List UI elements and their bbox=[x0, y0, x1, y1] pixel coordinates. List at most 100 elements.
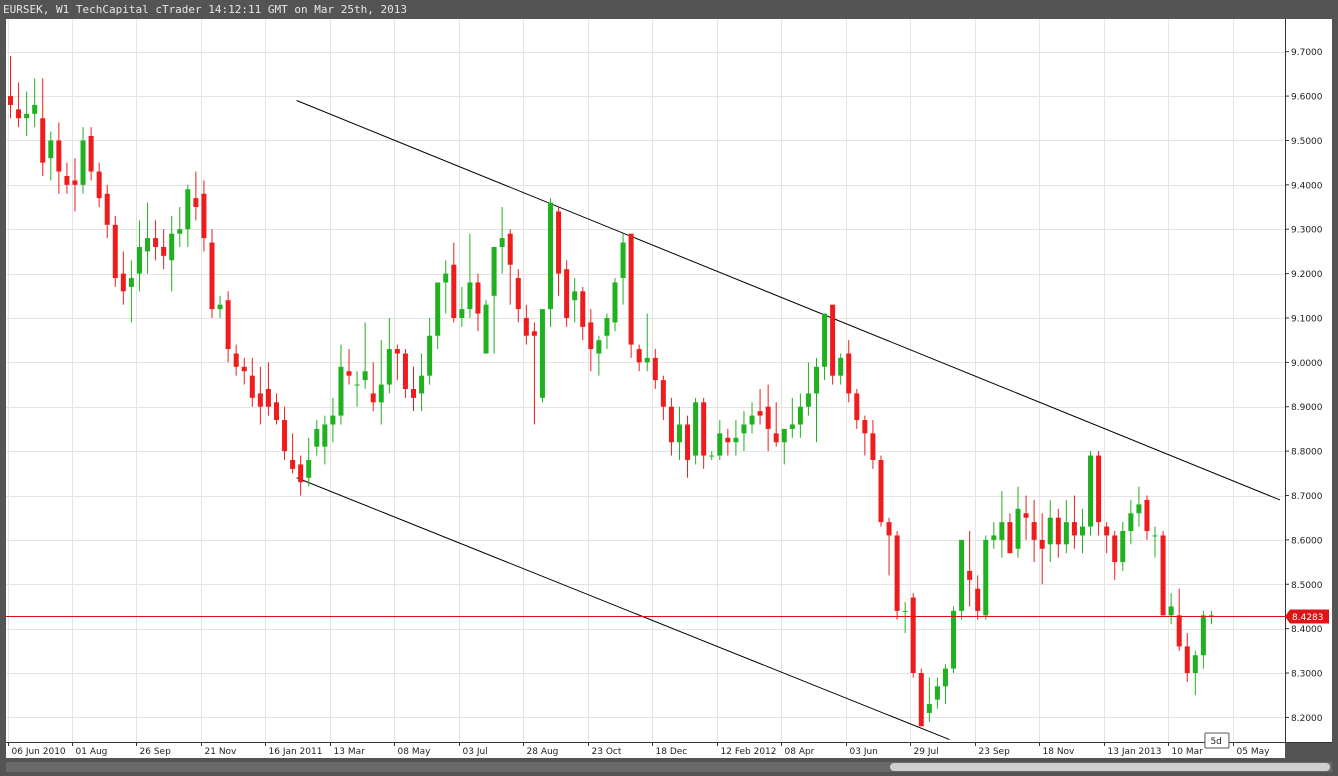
candle-body bbox=[1144, 499, 1150, 532]
candle-body bbox=[1079, 526, 1085, 536]
candle-body bbox=[290, 459, 296, 469]
price-tick-label: 9.3000 bbox=[1291, 226, 1323, 236]
candle-body bbox=[1120, 531, 1126, 563]
candle-body bbox=[16, 109, 22, 119]
candle-body bbox=[942, 668, 948, 687]
candle-body bbox=[814, 366, 819, 394]
candle-body bbox=[1184, 646, 1190, 674]
candle-body bbox=[709, 455, 715, 457]
candle-body bbox=[878, 459, 884, 523]
scrollbar-thumb[interactable] bbox=[890, 763, 1330, 771]
candle-body bbox=[1088, 455, 1094, 527]
candle-body bbox=[193, 198, 199, 208]
candle bbox=[564, 260, 570, 327]
candle-body bbox=[443, 273, 449, 283]
candle-body bbox=[757, 411, 763, 416]
candle bbox=[483, 300, 489, 354]
candle-body bbox=[249, 375, 255, 398]
candle-body bbox=[1192, 655, 1198, 674]
candle-body bbox=[773, 433, 779, 443]
candle-body bbox=[717, 433, 723, 456]
candle-body bbox=[588, 322, 594, 350]
candle-body bbox=[668, 406, 674, 443]
horizontal-scrollbar[interactable] bbox=[6, 762, 1332, 772]
price-tick-label: 8.3000 bbox=[1291, 670, 1323, 680]
candle-body bbox=[1176, 615, 1182, 647]
candle-body bbox=[918, 673, 924, 727]
candle-body bbox=[338, 366, 344, 416]
candle-body bbox=[539, 309, 545, 398]
time-tick-label: 29 Jul bbox=[914, 747, 939, 757]
candle-body bbox=[830, 304, 836, 376]
candle-body bbox=[322, 424, 328, 447]
candle-body bbox=[983, 539, 989, 616]
price-tick-label: 8.5000 bbox=[1291, 581, 1323, 591]
candle-body bbox=[1112, 535, 1118, 563]
candle-body bbox=[499, 238, 505, 247]
price-tick-label: 8.6000 bbox=[1291, 536, 1323, 546]
candle-body bbox=[419, 375, 425, 394]
candle-body bbox=[1007, 522, 1013, 554]
candle-body bbox=[951, 610, 957, 669]
candle-body bbox=[483, 304, 489, 354]
candle-body bbox=[572, 291, 578, 301]
candle-body bbox=[1055, 517, 1061, 545]
price-tick-label: 9.7000 bbox=[1291, 48, 1323, 58]
candle-body bbox=[862, 420, 868, 434]
candle-body bbox=[1023, 513, 1029, 518]
candle-body bbox=[902, 610, 908, 612]
candle-body bbox=[1096, 455, 1102, 523]
time-tick-label: 26 Sep bbox=[140, 747, 172, 757]
candle-body bbox=[604, 317, 610, 336]
candle-body bbox=[894, 535, 900, 611]
candle-body bbox=[161, 246, 167, 256]
candle-body bbox=[1071, 522, 1077, 536]
candle-body bbox=[24, 113, 30, 119]
candle-body bbox=[120, 273, 126, 292]
candle-body bbox=[886, 522, 892, 536]
candle-body bbox=[177, 229, 183, 234]
candle-body bbox=[1168, 606, 1174, 616]
candle-body bbox=[725, 437, 731, 443]
time-tick-label: 03 Jun bbox=[850, 747, 878, 757]
candle-body bbox=[548, 202, 554, 310]
candle bbox=[548, 198, 554, 327]
candle bbox=[959, 539, 965, 620]
price-tick-label: 9.0000 bbox=[1291, 359, 1323, 369]
price-tick-label: 9.2000 bbox=[1291, 270, 1323, 280]
candle-body bbox=[427, 335, 433, 376]
current-price-value: 8.4283 bbox=[1292, 613, 1324, 623]
candle-body bbox=[580, 291, 586, 327]
price-tick-label: 8.8000 bbox=[1291, 448, 1323, 458]
candle-body bbox=[72, 180, 78, 185]
candle-body bbox=[967, 570, 973, 580]
candle bbox=[1088, 451, 1094, 536]
candle-body bbox=[201, 193, 207, 239]
chart-svg[interactable]: 9.7000 9.6000 9.5000 9.4000 9.3000 9.2000 9.10… bbox=[0, 0, 1338, 776]
candle-body bbox=[644, 357, 650, 363]
candle-body bbox=[1047, 517, 1053, 545]
plot-area bbox=[6, 19, 1285, 742]
candle-body bbox=[685, 424, 691, 460]
candle-body bbox=[112, 224, 118, 279]
candle-body bbox=[64, 175, 70, 185]
candle bbox=[878, 455, 884, 527]
candle-body bbox=[701, 402, 707, 456]
candle bbox=[693, 397, 699, 465]
time-tick-label: 08 Apr bbox=[785, 747, 815, 757]
time-tick-label: 23 Oct bbox=[592, 747, 622, 757]
time-tick-label: 05 May bbox=[1237, 747, 1271, 757]
period-tag: 5d bbox=[1204, 732, 1230, 749]
candle-body bbox=[136, 246, 142, 274]
candle-body bbox=[386, 349, 392, 385]
candle-body bbox=[612, 282, 618, 323]
candle-body bbox=[926, 704, 932, 713]
candle-body bbox=[652, 357, 658, 381]
candle-body bbox=[741, 424, 747, 434]
candle-body bbox=[1160, 535, 1166, 616]
candle-body bbox=[217, 304, 223, 310]
candle-body bbox=[507, 233, 513, 265]
candle-body bbox=[56, 140, 62, 172]
candle-body bbox=[523, 317, 529, 336]
candle bbox=[894, 531, 900, 620]
